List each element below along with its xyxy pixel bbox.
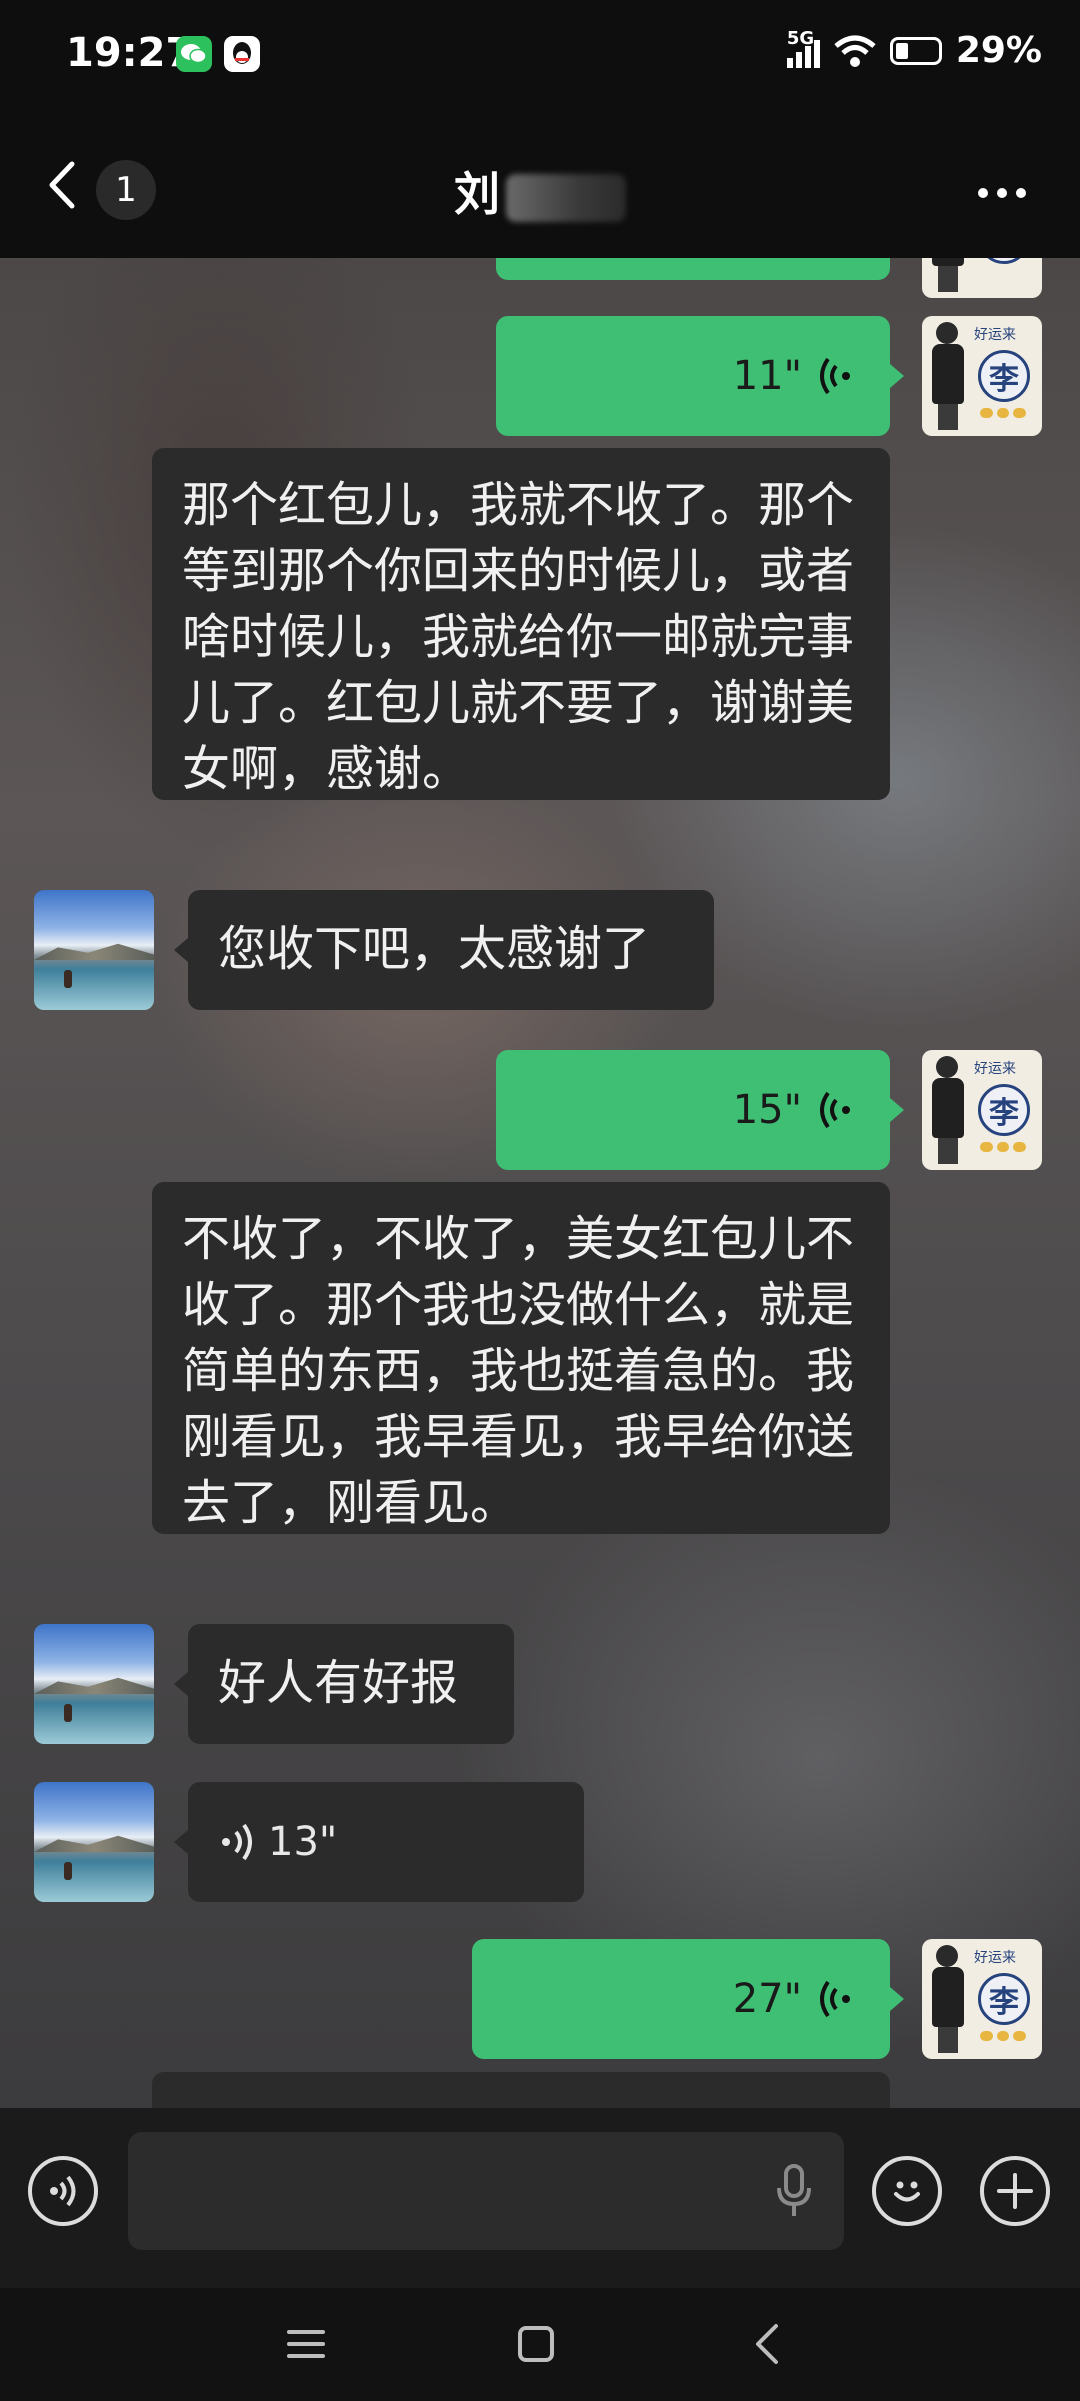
- voice-message-out[interactable]: 11": [496, 316, 890, 436]
- battery-percent: 29%: [955, 30, 1042, 71]
- voice-duration: 13": [268, 1819, 338, 1865]
- voice-message-out[interactable]: 15": [496, 1050, 890, 1170]
- my-avatar[interactable]: 好运来李: [922, 1050, 1042, 1170]
- my-avatar[interactable]: 好运来李: [922, 1939, 1042, 2059]
- more-button[interactable]: [978, 188, 1026, 198]
- text-message-in[interactable]: 好人有好报: [188, 1624, 514, 1744]
- contact-avatar[interactable]: [34, 1782, 154, 1902]
- voice-wave-icon: [820, 357, 850, 395]
- qq-app-icon: [224, 36, 260, 72]
- plus-button[interactable]: [980, 2156, 1050, 2226]
- partial-message[interactable]: [152, 2072, 890, 2108]
- nav-back-icon[interactable]: [752, 2322, 782, 2366]
- voice-duration: 27": [732, 1976, 802, 2022]
- blurred-name: [506, 173, 626, 222]
- partial-message[interactable]: [496, 258, 890, 280]
- wifi-icon: [834, 35, 876, 67]
- my-avatar[interactable]: 好运来李: [922, 316, 1042, 436]
- voice-wave-icon: [820, 1091, 850, 1129]
- chat-area[interactable]: 李 11" 好运来李 那个红包儿，我就不收了。那个等到那个你回来的时候儿，或者啥…: [0, 258, 1080, 2108]
- voice-message-out[interactable]: 27": [472, 1939, 890, 2059]
- message-input[interactable]: [128, 2132, 844, 2250]
- voice-wave-icon: [222, 1823, 252, 1861]
- home-icon[interactable]: [516, 2324, 556, 2364]
- chat-header: 1 刘: [0, 110, 1080, 258]
- voice-wave-icon: [820, 1980, 850, 2018]
- contact-avatar[interactable]: [34, 1624, 154, 1744]
- voice-message-in[interactable]: 13": [188, 1782, 584, 1902]
- voice-duration: 15": [732, 1087, 802, 1133]
- contact-avatar[interactable]: [34, 890, 154, 1010]
- my-avatar[interactable]: 李: [922, 258, 1042, 298]
- input-bar: [0, 2108, 1080, 2288]
- status-right: 5G 29%: [786, 28, 1042, 71]
- voice-mode-button[interactable]: [28, 2156, 98, 2226]
- emoji-button[interactable]: [872, 2156, 942, 2226]
- voice-icon: [50, 2175, 76, 2207]
- transcript-message[interactable]: 那个红包儿，我就不收了。那个等到那个你回来的时候儿，或者啥时候儿，我就给你一邮就…: [152, 448, 890, 800]
- text-message-in[interactable]: 您收下吧，太感谢了: [188, 890, 714, 1010]
- chat-title-text: 刘: [454, 167, 500, 221]
- plus-icon: [997, 2173, 1033, 2209]
- wechat-app-icon: [176, 36, 212, 72]
- transcript-message[interactable]: 不收了，不收了，美女红包儿不收了。那个我也没做什么，就是简单的东西，我也挺着急的…: [152, 1182, 890, 1534]
- status-time: 19:27: [66, 30, 194, 76]
- signal-icon: 5G: [786, 28, 820, 68]
- menu-icon[interactable]: [286, 2324, 326, 2364]
- system-navigation: [0, 2288, 1080, 2401]
- battery-icon: [889, 36, 942, 65]
- mic-icon[interactable]: [776, 2164, 812, 2218]
- more-icon: [978, 188, 988, 198]
- chat-title: 刘: [0, 158, 1080, 224]
- voice-duration: 11": [732, 353, 802, 399]
- status-bar: 19:27 5G 29%: [0, 0, 1080, 110]
- emoji-icon: [894, 2181, 920, 2202]
